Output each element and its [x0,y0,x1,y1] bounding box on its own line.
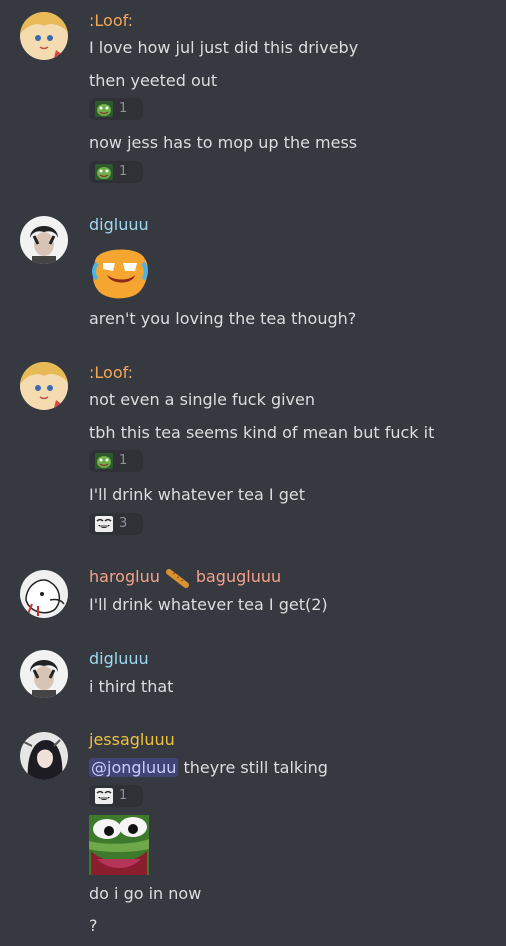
username[interactable]: :Loof: [89,10,133,32]
message-text: not even a single fuck given [89,390,315,409]
baguette-icon [165,568,189,588]
reaction[interactable]: 3 [89,513,143,535]
troll-face-emoji-icon [95,516,113,532]
message-text: aren't you loving the tea though? [89,309,357,328]
username[interactable]: jessagluuu [89,729,175,751]
message-text: I love how jul just did this driveby [89,38,359,57]
pepe-cheer-emoji-icon [95,101,113,117]
username[interactable]: digluuu [89,214,149,236]
pepe-cheer-emoji-icon [95,453,113,469]
reaction-count: 1 [119,453,128,468]
message-text-content: theyre still talking [178,758,328,777]
message-text: now jess has to mop up the mess [89,133,358,152]
message-text: do i go in now [89,884,202,903]
avatar[interactable] [20,216,68,264]
message-text: I'll drink whatever tea I get(2) [89,595,328,614]
reaction-count: 1 [119,164,128,179]
troll-face-emoji-icon [95,788,113,804]
user-mention[interactable]: @jongluuu [89,758,179,777]
message-text: tbh this tea seems kind of mean but fuck… [89,423,435,442]
avatar[interactable] [20,650,68,698]
reaction[interactable]: 1 [89,161,143,183]
message-text: then yeeted out [89,71,218,90]
reaction-count: 3 [119,516,128,531]
username-primary[interactable]: harogluu [89,567,160,586]
message-text: ? [89,916,98,935]
avatar[interactable] [20,570,68,618]
crying-laughing-emoji-icon [92,249,148,299]
username[interactable]: digluuu [89,648,149,670]
message-text: I'll drink whatever tea I get [89,485,305,504]
avatar[interactable] [20,732,68,780]
reaction-count: 1 [119,101,128,116]
pepe-emoji-icon [89,815,149,875]
reaction[interactable]: 1 [89,785,143,807]
avatar[interactable] [20,362,68,410]
message-text: @jongluuu theyre still talking [89,757,328,779]
username[interactable]: harogluu bagugluuu [89,566,281,588]
reaction[interactable]: 1 [89,450,143,472]
reaction[interactable]: 1 [89,98,143,120]
avatar[interactable] [20,12,68,60]
message-text: i third that [89,677,174,696]
pepe-cheer-emoji-icon [95,164,113,180]
username[interactable]: :Loof: [89,362,133,384]
reaction-count: 1 [119,788,128,803]
username-secondary[interactable]: bagugluuu [196,567,281,586]
